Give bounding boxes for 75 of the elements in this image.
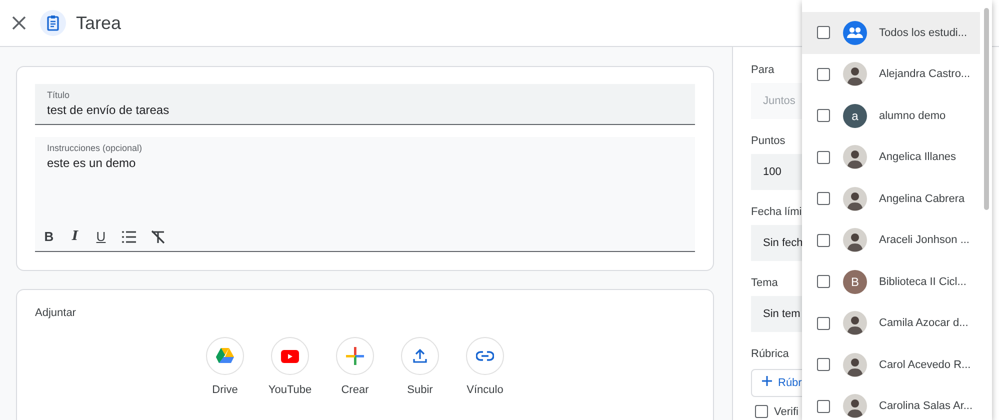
avatar-icon (843, 352, 867, 377)
page-title: Tarea (76, 12, 122, 34)
checkbox[interactable] (817, 68, 830, 81)
avatar-icon (843, 311, 867, 336)
option-label: Drive (212, 384, 238, 396)
student-item[interactable]: Alejandra Castro... (802, 54, 980, 95)
student-item[interactable]: Todos los estudi... (802, 12, 980, 54)
field-label: Rúbrica (751, 348, 789, 360)
student-name: alumno demo (879, 110, 946, 122)
create-button[interactable] (336, 337, 374, 375)
field-label: Para (751, 64, 774, 76)
checkbox[interactable] (817, 26, 830, 40)
instructions-field[interactable]: Instrucciones (opcional) este es un demo B I U (35, 137, 695, 252)
bullet-list-icon[interactable] (121, 230, 137, 244)
group-icon (843, 20, 867, 45)
student-name: Araceli Jonhson ... (879, 234, 970, 246)
option-label: Crear (341, 384, 369, 396)
avatar-icon (843, 228, 867, 252)
checkbox[interactable] (817, 150, 830, 164)
student-name: Todos los estudi... (879, 26, 968, 39)
avatar-icon (843, 62, 867, 86)
student-item[interactable]: Araceli Jonhson ... (802, 220, 980, 261)
student-item[interactable]: Camila Azocar d... (802, 302, 980, 344)
avatar-icon (843, 145, 867, 170)
underline-button[interactable]: U (95, 229, 107, 244)
student-name: Angelica Illanes (879, 151, 956, 164)
clear-format-icon[interactable] (151, 230, 165, 244)
checkbox[interactable] (817, 400, 830, 413)
link-icon (476, 351, 494, 361)
option-label: YouTube (268, 384, 312, 396)
drive-button[interactable] (206, 337, 244, 375)
title-field[interactable]: Título test de envío de tareas (35, 84, 695, 125)
student-name: Alejandra Castro... (879, 68, 970, 80)
plus-icon (346, 347, 364, 365)
student-item[interactable]: Angelina Cabrera (802, 178, 980, 220)
student-item[interactable]: a alumno demo (802, 95, 980, 136)
student-name: Camila Azocar d... (879, 317, 968, 330)
avatar-icon (843, 394, 867, 418)
scrollbar[interactable] (984, 8, 989, 210)
drive-icon (215, 347, 235, 365)
avatar-icon (843, 186, 867, 211)
upload-icon (413, 349, 427, 363)
student-item[interactable]: Carol Acevedo R... (802, 344, 980, 386)
letter-avatar: a (843, 104, 867, 128)
student-name: Carol Acevedo R... (879, 358, 971, 371)
letter-avatar: B (843, 270, 867, 294)
assignment-icon (40, 10, 66, 36)
italic-button[interactable]: I (69, 229, 81, 244)
checkbox[interactable] (817, 316, 830, 330)
student-name: Biblioteca II Cicl... (879, 276, 966, 288)
student-item[interactable]: B Biblioteca II Cicl... (802, 261, 980, 302)
link-button[interactable] (466, 337, 504, 375)
checkbox[interactable] (817, 275, 830, 288)
checkbox[interactable] (817, 358, 830, 372)
youtube-button[interactable] (271, 337, 309, 375)
option-label: Subir (407, 384, 433, 396)
bold-button[interactable]: B (43, 229, 55, 244)
student-item[interactable]: Angelica Illanes (802, 136, 980, 178)
checkbox-label: Verifi (774, 406, 798, 418)
close-icon[interactable] (12, 16, 26, 30)
option-label: Vínculo (466, 384, 504, 396)
field-label: Puntos (751, 135, 786, 147)
checkbox[interactable] (817, 192, 830, 206)
plus-icon (762, 376, 772, 386)
play-icon (281, 350, 299, 362)
student-name: Carolina Salas Ar... (879, 400, 973, 412)
checkbox[interactable] (755, 405, 768, 418)
checkbox[interactable] (817, 109, 830, 122)
student-name: Angelina Cabrera (879, 192, 965, 205)
student-item[interactable]: Carolina Salas Ar... (802, 386, 980, 420)
upload-button[interactable] (401, 337, 439, 375)
field-label: Fecha lími (751, 206, 802, 218)
field-label: Tema (751, 277, 778, 289)
section-title: Adjuntar (35, 307, 77, 319)
checkbox[interactable] (817, 234, 830, 247)
